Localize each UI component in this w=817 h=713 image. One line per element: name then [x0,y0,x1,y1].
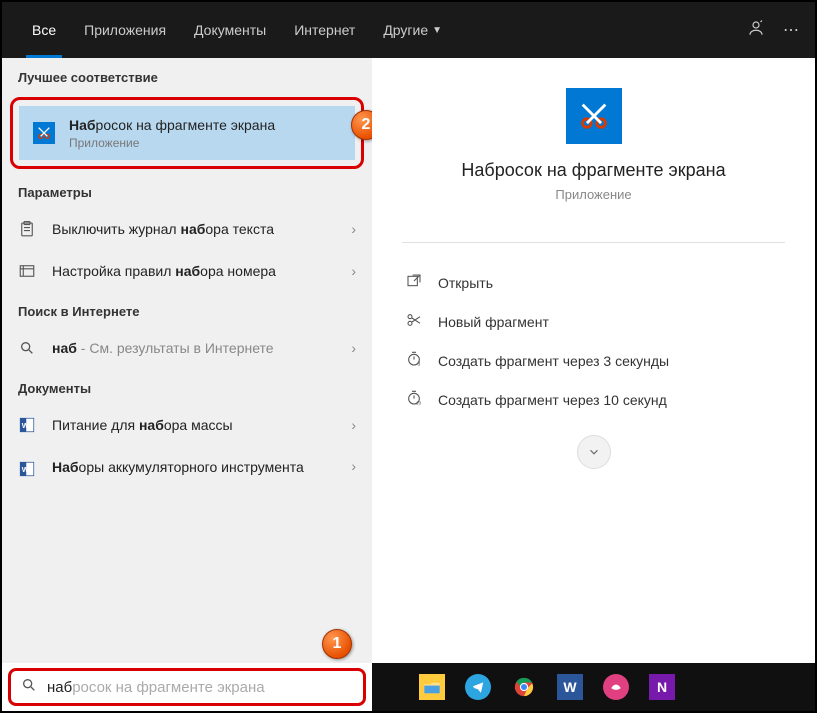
result-title: Набросок на фрагменте экрана [69,116,275,134]
svg-text:10: 10 [416,401,422,406]
timer-10-icon: 10 [406,390,424,409]
word-doc-icon: W [16,414,38,436]
svg-text:W: W [22,465,30,474]
result-web-search[interactable]: наб - См. результаты в Интернете › [2,327,372,369]
search-icon [21,677,37,698]
search-icon [16,337,38,359]
result-doc-1[interactable]: W Питание для набора массы › [2,404,372,446]
results-panel: Лучшее соответствие Набросок на фрагмент… [2,58,372,663]
taskbar-word[interactable]: W [550,667,590,707]
scissors-icon [406,312,424,331]
section-documents: Документы [2,369,372,404]
search-input[interactable]: набросок на фрагменте экрана [8,668,366,706]
search-header: Все Приложения Документы Интернет Другие… [2,2,815,58]
svg-text:3: 3 [417,362,420,367]
action-snip-3s[interactable]: 3 Создать фрагмент через 3 секунды [402,341,785,380]
result-doc-2[interactable]: W Наборы аккумуляторного инструмента › [2,446,372,490]
feedback-icon[interactable] [747,19,765,42]
result-snip-sketch[interactable]: Набросок на фрагменте экрана Приложение [19,106,355,160]
word-doc-icon: W [16,458,38,480]
chevron-right-icon: › [351,221,356,237]
taskbar-chrome[interactable] [504,667,544,707]
result-setting-dial-rules[interactable]: Настройка правил набора номера › [2,250,372,292]
taskbar-telegram[interactable] [458,667,498,707]
chevron-down-icon: ▼ [432,25,442,36]
chevron-right-icon: › [351,263,356,279]
tab-other[interactable]: Другие ▼ [369,2,456,58]
tab-apps[interactable]: Приложения [70,2,180,58]
action-open[interactable]: Открыть [402,263,785,302]
tab-all[interactable]: Все [18,2,70,58]
settings-panel-icon [16,260,38,282]
open-icon [406,273,424,292]
divider [402,242,785,243]
expand-button[interactable] [577,435,611,469]
snip-sketch-icon [33,122,55,144]
filter-tabs: Все Приложения Документы Интернет Другие… [18,2,456,58]
app-title: Набросок на фрагменте экрана [461,160,725,181]
clipboard-icon [16,218,38,240]
chevron-right-icon: › [351,417,356,433]
search-bar-area: 1 набросок на фрагменте экрана [2,663,372,711]
taskbar-app[interactable] [596,667,636,707]
result-subtitle: Приложение [69,136,275,150]
section-web: Поиск в Интернете [2,292,372,327]
taskbar-explorer[interactable] [412,667,452,707]
result-setting-typing-journal[interactable]: Выключить журнал набора текста › [2,208,372,250]
taskbar-onenote[interactable]: N [642,667,682,707]
tab-documents[interactable]: Документы [180,2,280,58]
app-subtitle: Приложение [555,187,631,202]
chevron-right-icon: › [351,340,356,356]
section-best-match: Лучшее соответствие [2,58,372,93]
app-hero-icon [566,88,622,144]
action-new-snip[interactable]: Новый фрагмент [402,302,785,341]
annotation-highlight-2: Набросок на фрагменте экрана Приложение … [10,97,364,169]
tab-internet[interactable]: Интернет [280,2,369,58]
timer-3-icon: 3 [406,351,424,370]
annotation-marker-1: 1 [322,629,352,659]
preview-panel: Набросок на фрагменте экрана Приложение … [372,58,815,663]
chevron-right-icon: › [351,458,356,474]
section-settings: Параметры [2,173,372,208]
action-snip-10s[interactable]: 10 Создать фрагмент через 10 секунд [402,380,785,419]
more-icon[interactable]: ⋯ [783,20,799,40]
svg-text:W: W [22,421,30,430]
taskbar: W N [372,663,815,711]
